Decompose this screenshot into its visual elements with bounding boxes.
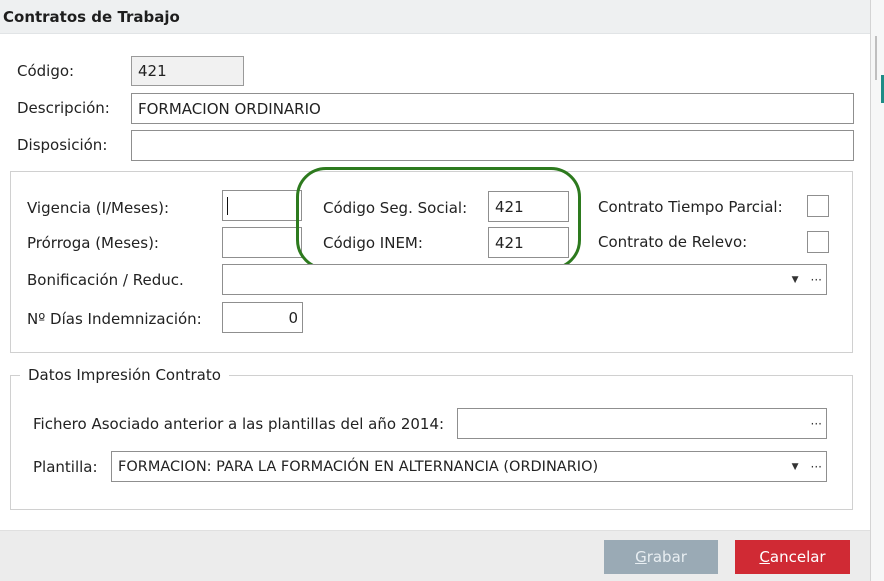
print-data-panel (10, 375, 853, 510)
fichero-label: Fichero Asociado anterior a las plantill… (33, 415, 445, 433)
ellipsis-icon[interactable]: ··· (811, 417, 822, 431)
plantilla-combo[interactable]: FORMACION: PARA LA FORMACIÓN EN ALTERNAN… (111, 451, 827, 482)
scrollbar-thumb[interactable] (875, 36, 877, 80)
prorroga-field[interactable] (222, 227, 302, 258)
descripcion-label: Descripción: (17, 99, 110, 117)
cancelar-button[interactable]: Cancelar (735, 540, 850, 574)
disposicion-field[interactable] (131, 130, 854, 161)
print-panel-legend: Datos Impresión Contrato (20, 366, 229, 384)
window-title: Contratos de Trabajo (3, 8, 180, 26)
cancelar-accel: C (759, 548, 770, 566)
codigo-label: Código: (17, 62, 75, 80)
tiempo-parcial-checkbox[interactable] (807, 195, 829, 217)
dias-indemnizacion-label: Nº Días Indemnización: (27, 310, 202, 328)
grabar-accel: G (635, 548, 647, 566)
plantilla-value: FORMACION: PARA LA FORMACIÓN EN ALTERNAN… (118, 458, 599, 475)
dias-indemnizacion-field[interactable]: 0 (222, 302, 303, 333)
vigencia-field[interactable] (222, 190, 302, 221)
text-cursor (227, 196, 228, 215)
codigo-value: 421 (138, 62, 167, 80)
tiempo-parcial-label: Contrato Tiempo Parcial: (598, 198, 783, 216)
descripcion-field[interactable]: FORMACION ORDINARIO (131, 93, 854, 124)
dropdown-arrow-icon[interactable]: ▼ (792, 275, 799, 285)
dias-indemnizacion-value: 0 (288, 308, 298, 327)
relevo-label: Contrato de Relevo: (598, 233, 748, 251)
highlight-annotation (296, 167, 581, 270)
grabar-label: rabar (646, 548, 687, 566)
codigo-field[interactable]: 421 (131, 56, 244, 86)
dropdown-arrow-icon[interactable]: ▼ (792, 462, 799, 472)
disposicion-label: Disposición: (17, 136, 108, 154)
vigencia-label: Vigencia (I/Meses): (27, 199, 169, 217)
background-window-edge (870, 0, 884, 581)
bonificacion-combo[interactable]: ▼ ··· (222, 264, 827, 295)
ellipsis-icon[interactable]: ··· (811, 460, 822, 474)
ellipsis-icon[interactable]: ··· (811, 273, 822, 287)
cancelar-label: ancelar (769, 548, 826, 566)
relevo-checkbox[interactable] (807, 231, 829, 253)
grabar-button[interactable]: Grabar (604, 540, 718, 574)
prorroga-label: Prórroga (Meses): (27, 234, 159, 252)
plantilla-label: Plantilla: (33, 458, 98, 476)
descripcion-value: FORMACION ORDINARIO (138, 99, 321, 118)
fichero-field[interactable]: ··· (457, 408, 827, 439)
bonificacion-label: Bonificación / Reduc. (27, 271, 184, 289)
